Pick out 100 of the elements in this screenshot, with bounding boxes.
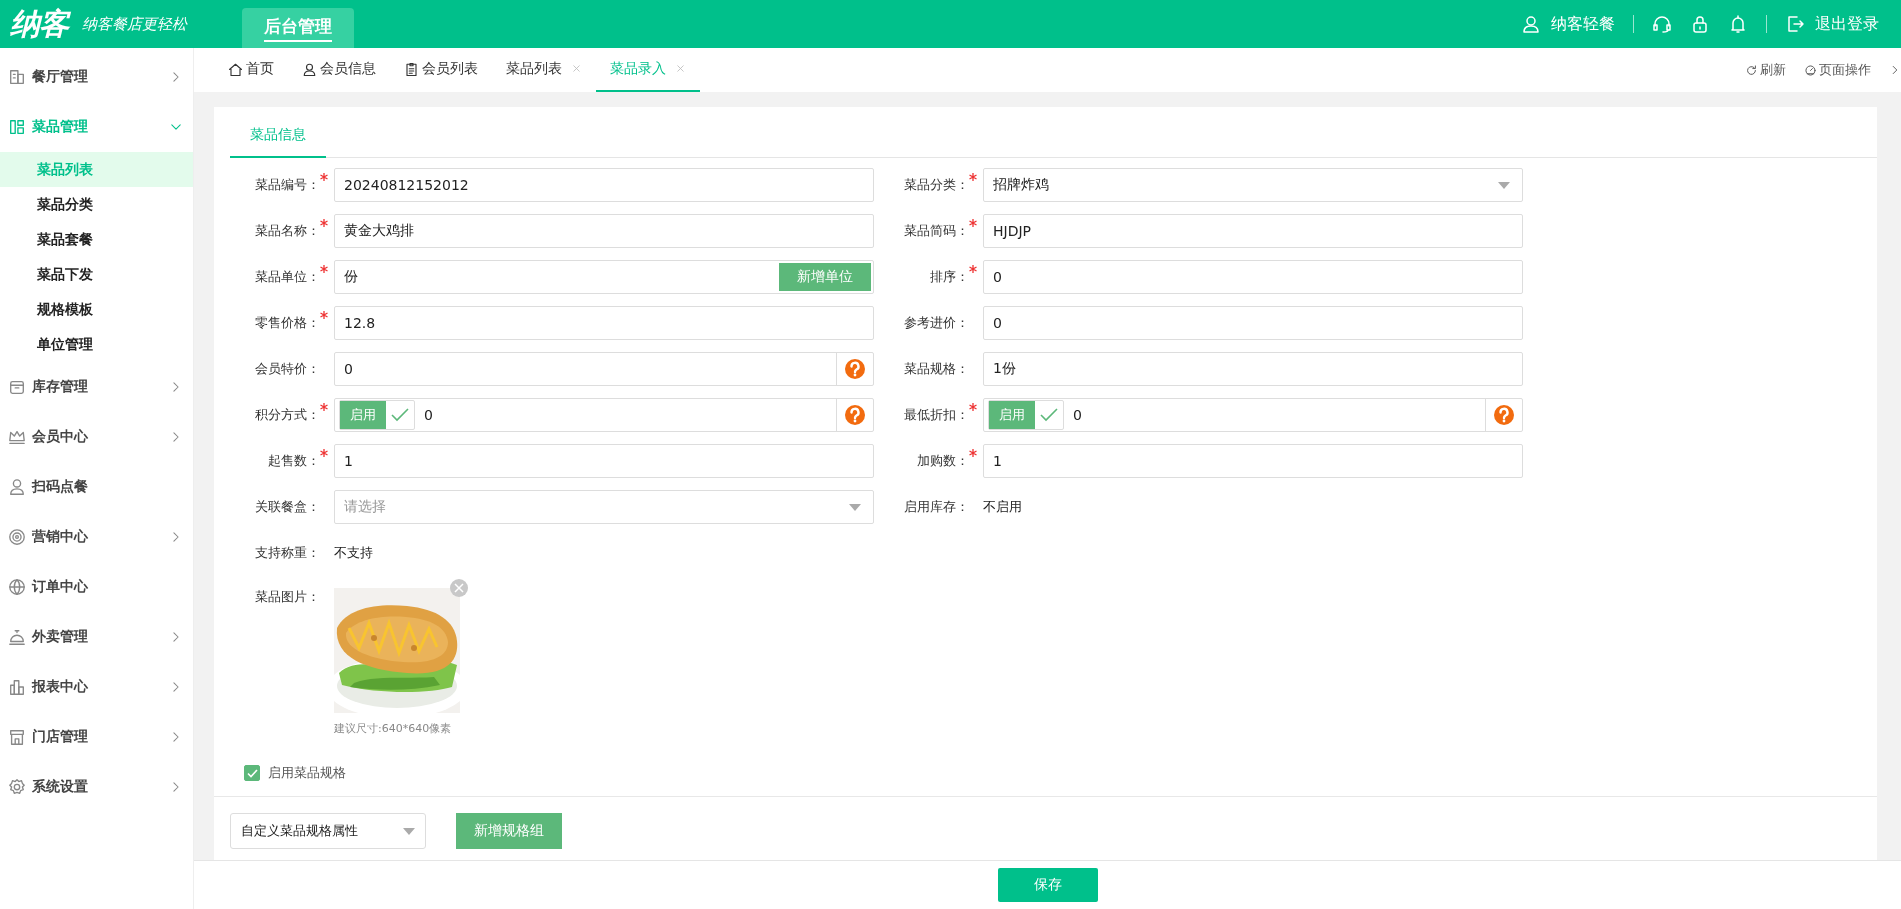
refresh-button[interactable]: 刷新	[1745, 61, 1786, 79]
building-icon	[8, 68, 26, 86]
sidebar-subitem[interactable]: 菜品下发	[0, 257, 193, 292]
bell-icon	[1728, 14, 1748, 34]
sidebar-item[interactable]: 扫码点餐	[0, 462, 193, 512]
bar-chart-icon	[8, 678, 26, 696]
sidebar-item[interactable]: 外卖管理	[0, 612, 193, 662]
sidebar-item[interactable]: 营销中心	[0, 512, 193, 562]
size-hint: 建议尺寸:640*640像素	[334, 721, 452, 736]
sidebar-item[interactable]: 订单中心	[0, 562, 193, 612]
checkbox[interactable]	[244, 765, 260, 781]
sidebar-subitem[interactable]: 菜品套餐	[0, 222, 193, 257]
text-field[interactable]: 0	[334, 352, 874, 386]
page-tab[interactable]: 会员信息	[288, 48, 390, 92]
field-label: 会员特价：	[254, 360, 320, 378]
close-icon	[675, 63, 686, 74]
text-field[interactable]: 黄金大鸡排	[334, 214, 874, 248]
text-field[interactable]: 启用 0	[983, 398, 1523, 432]
logout-icon	[1785, 14, 1805, 34]
box-icon	[8, 378, 26, 396]
globe-icon	[8, 578, 26, 596]
field-value: 不启用	[983, 498, 1022, 516]
required-icon	[969, 449, 977, 457]
text-field[interactable]: 0	[983, 306, 1523, 340]
field-value: 不支持	[334, 544, 373, 562]
help-icon[interactable]	[1493, 404, 1515, 426]
help-icon[interactable]	[844, 358, 866, 380]
field-label: 排序：	[929, 268, 969, 286]
required-icon	[969, 173, 977, 181]
field-label: 起售数：	[267, 452, 320, 470]
required-icon	[320, 265, 328, 273]
required-icon	[969, 219, 977, 227]
refresh-icon	[1745, 63, 1758, 77]
crown-icon	[8, 428, 26, 446]
sidebar-item[interactable]: 库存管理	[0, 362, 193, 412]
text-field[interactable]: 1	[983, 444, 1523, 478]
home-icon	[228, 61, 243, 77]
clipboard-icon	[404, 61, 419, 77]
field-label: 菜品简码：	[903, 222, 969, 240]
field-label: 最低折扣：	[903, 406, 969, 424]
required-icon	[320, 449, 328, 457]
required-icon	[969, 403, 977, 411]
dropdown-arrow-icon	[849, 503, 861, 511]
field-label: 参考进价：	[903, 314, 969, 332]
page-tab[interactable]: 菜品列表	[492, 48, 596, 92]
field-label: 支持称重：	[254, 544, 320, 562]
person-icon	[8, 478, 26, 496]
target-icon	[8, 528, 26, 546]
bell-dome-icon	[8, 628, 26, 646]
close-icon	[571, 63, 582, 74]
grid-icon	[8, 118, 26, 136]
field-label: 菜品编号：	[254, 176, 320, 194]
required-icon	[320, 311, 328, 319]
help-icon[interactable]	[844, 404, 866, 426]
required-icon	[320, 219, 328, 227]
user-icon	[1521, 14, 1541, 34]
headset-icon	[1652, 14, 1672, 34]
field-label: 菜品规格：	[903, 360, 969, 378]
page-tab[interactable]: 会员列表	[390, 48, 492, 92]
sidebar-item[interactable]: 会员中心	[0, 412, 193, 462]
select-field[interactable]: 招牌炸鸡	[983, 168, 1523, 202]
required-icon	[320, 403, 328, 411]
field-label: 菜品分类：	[903, 176, 969, 194]
text-field[interactable]: 1	[334, 444, 874, 478]
sidebar-item[interactable]: 系统设置	[0, 762, 193, 812]
sidebar-subitem[interactable]: 菜品分类	[0, 187, 193, 222]
sidebar-subitem[interactable]: 规格模板	[0, 292, 193, 327]
user-icon	[302, 61, 317, 77]
field-label: 菜品单位：	[254, 268, 320, 286]
required-icon	[969, 265, 977, 273]
text-field[interactable]: 12.8	[334, 306, 874, 340]
field-label: 加购数：	[916, 452, 969, 470]
text-field[interactable]: 启用 0	[334, 398, 874, 432]
text-field[interactable]: 份 新增单位	[334, 260, 874, 294]
required-icon	[320, 173, 328, 181]
field-label: 关联餐盒：	[254, 498, 320, 516]
text-field[interactable]: 0	[983, 260, 1523, 294]
dropdown-arrow-icon	[1498, 181, 1510, 189]
field-label: 积分方式：	[254, 406, 320, 424]
storefront-icon	[8, 728, 26, 746]
gear-icon	[8, 778, 26, 796]
field-label: 启用库存：	[903, 498, 969, 516]
spec-select[interactable]: 自定义菜品规格属性	[230, 813, 426, 849]
sidebar-subitem[interactable]: 单位管理	[0, 327, 193, 362]
slogan: 纳客餐店更轻松	[82, 14, 189, 34]
field-label: 菜品图片：	[254, 588, 320, 606]
text-field[interactable]: 1份	[983, 352, 1523, 386]
remove-icon[interactable]	[449, 578, 469, 598]
field-label: 零售价格：	[254, 314, 320, 332]
page-actions-button[interactable]: 页面操作	[1804, 61, 1871, 79]
sidebar-item[interactable]: 报表中心	[0, 662, 193, 712]
dropdown-arrow-icon	[403, 827, 415, 835]
gauge-icon	[1804, 63, 1817, 77]
page-tab[interactable]: 首页	[214, 48, 288, 92]
text-field[interactable]: 20240812152012	[334, 168, 874, 202]
lock-icon	[1690, 14, 1710, 34]
field-label: 菜品名称：	[254, 222, 320, 240]
text-field[interactable]: HJDJP	[983, 214, 1523, 248]
sidebar-item[interactable]: 餐厅管理	[0, 52, 193, 102]
sidebar-item[interactable]: 门店管理	[0, 712, 193, 762]
